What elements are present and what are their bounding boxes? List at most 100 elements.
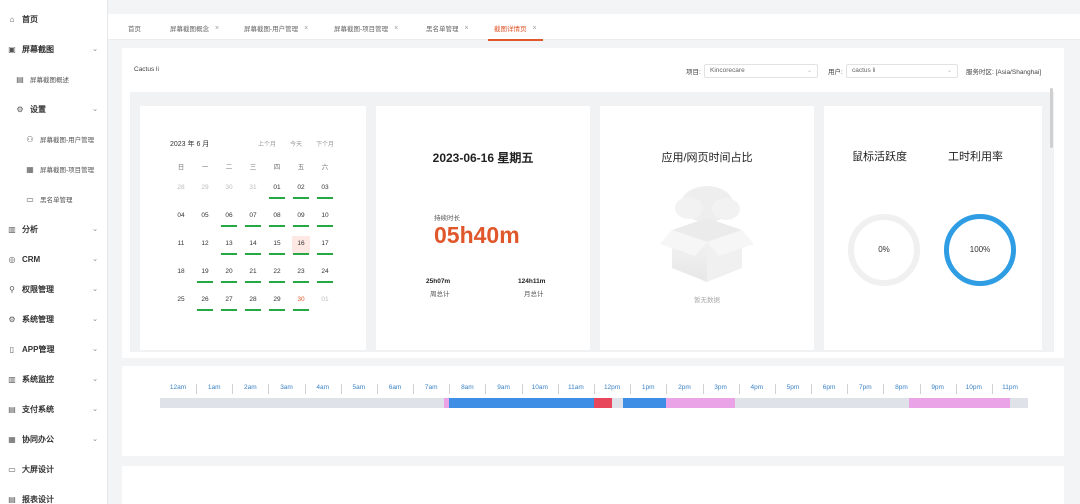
app-ratio-title: 应用/网页时间占比	[661, 152, 753, 164]
timeline-segment[interactable]	[666, 398, 736, 408]
calendar-day[interactable]: 03	[316, 180, 334, 199]
sidebar-item[interactable]: ⚇ 屏幕截图-用户管理	[0, 128, 107, 150]
timeline-segment[interactable]	[908, 398, 1010, 408]
activity-indicator	[293, 197, 309, 199]
calendar-day[interactable]: 20	[220, 264, 238, 283]
tab[interactable]: 屏幕截图概念 ×	[170, 20, 219, 36]
sidebar-item-label: 协同办公	[22, 434, 54, 444]
calendar-day[interactable]: 17	[316, 236, 334, 255]
timeline-track[interactable]	[160, 398, 1028, 408]
calendar-day[interactable]: 25	[172, 292, 190, 310]
sidebar-item[interactable]: ▥ 分析 ⌄	[0, 218, 107, 240]
timeline-segment[interactable]	[594, 398, 613, 408]
sidebar-item-label: 黑名单管理	[40, 197, 73, 204]
sidebar-item[interactable]: ▥ 系统监控 ⌄	[0, 368, 107, 390]
sidebar-item-label: 权限管理	[22, 284, 54, 294]
timeline-hour-label: 11am	[568, 384, 584, 391]
calendar-day[interactable]: 30	[292, 292, 310, 311]
tab[interactable]: 截图详情页 ×	[488, 20, 543, 41]
calendar-day[interactable]: 23	[292, 264, 310, 283]
calendar-day[interactable]: 06	[220, 208, 238, 227]
calendar-day[interactable]: 07	[244, 208, 262, 227]
calendar-day-number: 24	[321, 268, 329, 275]
calendar-day[interactable]: 30	[220, 180, 238, 198]
sidebar-item[interactable]: ⌂ 首页	[0, 8, 107, 30]
chart-icon: ▥	[8, 224, 16, 234]
calendar-day-number: 01	[321, 296, 329, 303]
month-total-value: 124h11m	[518, 278, 546, 285]
close-icon[interactable]: ×	[304, 25, 308, 32]
calendar-day[interactable]: 08	[268, 208, 286, 227]
close-icon[interactable]: ×	[394, 25, 398, 32]
timeline-hour-label: 2am	[244, 384, 257, 391]
calendar-day[interactable]: 09	[292, 208, 310, 227]
calendar-day[interactable]: 29	[268, 292, 286, 311]
calendar-day[interactable]: 28	[244, 292, 262, 311]
calendar-day[interactable]: 27	[220, 292, 238, 311]
doc-icon: ▤	[16, 74, 24, 84]
scrollbar-thumb[interactable]	[1050, 88, 1053, 148]
sidebar-item[interactable]: ⚲ 权限管理 ⌄	[0, 278, 107, 300]
calendar-day[interactable]: 16	[292, 236, 310, 255]
calendar-day[interactable]: 14	[244, 236, 262, 255]
sidebar-item[interactable]: ▭ 大屏设计	[0, 458, 107, 480]
timeline-segment[interactable]	[622, 398, 667, 408]
calendar-day[interactable]: 10	[316, 208, 334, 227]
today-button[interactable]: 今天	[290, 139, 302, 148]
permission-icon: ⚲	[9, 284, 15, 294]
sidebar-item[interactable]: ▦ 屏幕截图-项目管理	[0, 158, 107, 180]
user-select[interactable]: cactus li ⌄	[846, 64, 958, 78]
calendar-day[interactable]: 15	[268, 236, 286, 255]
calendar-day[interactable]: 02	[292, 180, 310, 199]
calendar-day[interactable]: 18	[172, 264, 190, 282]
tab-bar: 首页 屏幕截图概念 × 屏幕截图-用户管理 × 屏幕截图-项目管理 × 黑名单管理 × 截图详情页…	[108, 14, 1080, 41]
sidebar-item-label: 屏幕截图概述	[30, 77, 69, 84]
calendar-day[interactable]: 11	[172, 236, 190, 254]
calendar-day[interactable]: 19	[196, 264, 214, 283]
close-icon[interactable]: ×	[533, 25, 537, 32]
calendar-day[interactable]: 01	[316, 292, 334, 310]
calendar-day[interactable]: 26	[196, 292, 214, 311]
timeline-hour-label: 10pm	[965, 384, 982, 391]
calendar-day[interactable]: 21	[244, 264, 262, 283]
sidebar-item[interactable]: ◎ CRM ⌄	[0, 248, 107, 270]
tab[interactable]: 首页	[128, 20, 141, 36]
sidebar-item[interactable]: ▤ 报表设计	[0, 488, 107, 504]
activity-indicator	[197, 281, 213, 283]
calendar-day[interactable]: 04	[172, 208, 190, 226]
sidebar-item[interactable]: ▦ 协同办公 ⌄	[0, 428, 107, 450]
project-select[interactable]: Kincorecare ⌄	[704, 64, 818, 78]
screenshot-icon: ▣	[8, 44, 16, 54]
calendar-day[interactable]: 12	[196, 236, 214, 254]
calendar-day-number: 04	[177, 212, 185, 219]
timeline-segment[interactable]	[449, 398, 594, 408]
timeline-hour-label: 1am	[207, 384, 221, 391]
calendar-day-number: 28	[177, 184, 185, 191]
sidebar-item[interactable]: ⚙ 系统管理 ⌄	[0, 308, 107, 330]
sidebar-item[interactable]: ▣ 屏幕截图 ⌄	[0, 38, 107, 60]
sidebar-item[interactable]: ▤ 屏幕截图概述	[0, 68, 107, 90]
calendar-day[interactable]: 29	[196, 180, 214, 198]
calendar-weekday: 四	[273, 164, 281, 171]
calendar-day[interactable]: 28	[172, 180, 190, 198]
timeline-hour-label: 11pm	[1002, 384, 1018, 391]
calendar-day[interactable]: 22	[268, 264, 286, 283]
sidebar-item[interactable]: ⚙ 设置 ⌄	[0, 98, 107, 120]
calendar-day[interactable]: 24	[316, 264, 334, 283]
calendar-day[interactable]: 05	[196, 208, 214, 226]
tab[interactable]: 屏幕截图-项目管理 ×	[334, 20, 398, 36]
tab-label: 屏幕截图-用户管理	[244, 26, 299, 33]
sidebar-item[interactable]: ▭ 黑名单管理	[0, 188, 107, 210]
tab[interactable]: 黑名单管理 ×	[426, 20, 469, 36]
sidebar-item[interactable]: ▯ APP管理 ⌄	[0, 338, 107, 360]
calendar-card: 2023 年 6 月 上个月 今天 下个月 日 一 二 三 四 五 六 28 29 30 31 01 0…	[140, 106, 366, 350]
close-icon[interactable]: ×	[465, 25, 469, 32]
tab[interactable]: 屏幕截图-用户管理 ×	[244, 20, 308, 36]
close-icon[interactable]: ×	[215, 25, 219, 32]
calendar-day[interactable]: 01	[268, 180, 286, 199]
calendar-day[interactable]: 13	[220, 236, 238, 255]
sidebar-item[interactable]: ▤ 支付系统 ⌄	[0, 398, 107, 420]
calendar-day[interactable]: 31	[244, 180, 262, 198]
prev-month-button[interactable]: 上个月	[258, 139, 276, 148]
next-month-button[interactable]: 下个月	[316, 139, 334, 148]
